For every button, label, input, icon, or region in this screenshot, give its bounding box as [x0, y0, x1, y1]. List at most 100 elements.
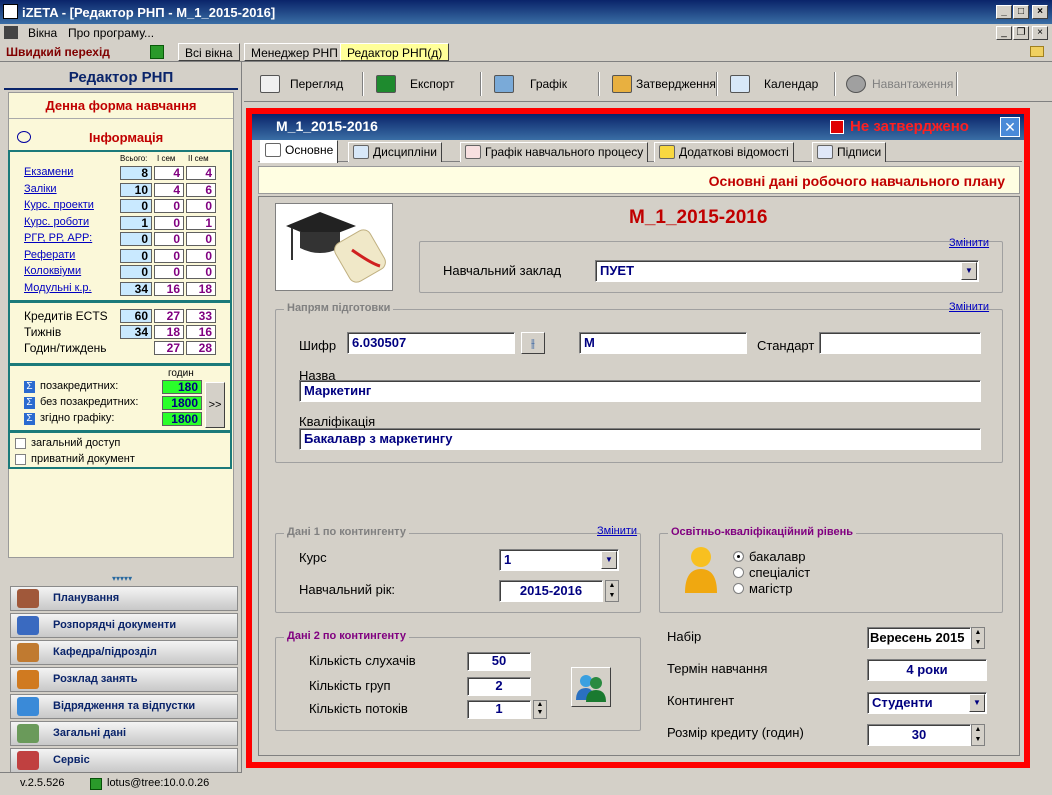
students-input[interactable]: 50: [467, 652, 531, 671]
credit-size-spinner[interactable]: ▲ ▼: [971, 724, 985, 746]
nav-item-icon: [17, 724, 39, 743]
credit-sem2: 28: [186, 341, 216, 355]
expand-button[interactable]: >>: [205, 382, 225, 428]
level-master-radio[interactable]: [733, 583, 744, 594]
intake-spinner[interactable]: ▲ ▼: [971, 627, 985, 649]
stat-link[interactable]: Модульні к.р.: [24, 282, 92, 294]
course-select[interactable]: 1 ▼: [499, 549, 619, 571]
stat-sem1: 16: [154, 281, 184, 296]
chevron-down-icon[interactable]: ▼: [961, 262, 977, 280]
mdi-close-icon[interactable]: ×: [1032, 26, 1048, 40]
export-button[interactable]: Експорт: [376, 70, 454, 98]
level-specialist-radio[interactable]: [733, 567, 744, 578]
nav-item-icon: [17, 670, 39, 689]
doc-tab[interactable]: Графік навчального процесу: [460, 142, 649, 162]
nav-item[interactable]: Сервіс: [10, 748, 238, 773]
stat-link[interactable]: Курс. роботи: [24, 216, 89, 228]
nav-item[interactable]: Відрядження та відпустки: [10, 694, 238, 719]
year-spinner[interactable]: ▲ ▼: [605, 580, 619, 602]
calendar-button[interactable]: Календар: [730, 70, 818, 98]
year-label: Навчальний рік:: [299, 582, 396, 597]
qualification-value: Бакалавр з маркетингу: [304, 431, 453, 446]
stat-link[interactable]: Заліки: [24, 183, 57, 195]
credit-size-label: Розмір кредиту (годин): [667, 725, 804, 740]
institution-select[interactable]: ПУЕТ ▼: [595, 260, 979, 282]
change-contingent-link[interactable]: Змінити: [597, 525, 637, 537]
nav-item[interactable]: Планування: [10, 586, 238, 611]
doc-close-icon[interactable]: ✕: [1000, 117, 1020, 137]
close-icon[interactable]: ×: [1032, 5, 1048, 19]
private-doc-checkbox[interactable]: [15, 454, 26, 465]
chevron-down-icon[interactable]: ▼: [601, 551, 617, 569]
play-icon[interactable]: [150, 45, 164, 59]
mdi-minimize-icon[interactable]: _: [996, 26, 1012, 40]
nav-item[interactable]: Розклад занять: [10, 667, 238, 692]
maximize-icon[interactable]: □: [1013, 5, 1029, 19]
qualification-input[interactable]: Бакалавр з маркетингу: [299, 428, 981, 450]
mdi-restore-icon[interactable]: ❐: [1013, 26, 1029, 40]
standard-input[interactable]: [819, 332, 981, 354]
approve-button[interactable]: Затвердження: [612, 70, 716, 98]
tab-rnp-editor[interactable]: Редактор РНП(д): [340, 43, 450, 61]
sigma-icon[interactable]: Σ: [24, 381, 35, 393]
credit-size-input[interactable]: 30: [867, 724, 971, 746]
nav-item[interactable]: Розпорядчі документи: [10, 613, 238, 638]
credit-sem2: 16: [186, 325, 216, 339]
level-master-label: магістр: [749, 581, 793, 596]
direction-group-label: Напрям підготовки: [284, 302, 394, 314]
tab-rnp-manager[interactable]: Менеджер РНП: [244, 43, 345, 61]
left-panel: Редактор РНП Денна форма навчання Інформ…: [0, 62, 242, 795]
code-picker-button[interactable]: ⫲: [521, 332, 545, 354]
schedule-button[interactable]: Графік: [494, 70, 567, 98]
term-input[interactable]: 4 роки: [867, 659, 987, 681]
stat-link[interactable]: РГР, РР, АРР:: [24, 232, 92, 244]
folder-icon[interactable]: [1030, 46, 1044, 57]
intake-input[interactable]: Вересень 2015: [867, 627, 971, 649]
users-button[interactable]: [571, 667, 611, 707]
person-drawing: [685, 547, 717, 593]
institution-value: ПУЕТ: [600, 263, 635, 278]
groups-input[interactable]: 2: [467, 677, 531, 696]
collapse-handle[interactable]: ▾▾▾▾▾: [112, 574, 132, 583]
level-bachelor-radio[interactable]: [733, 551, 744, 562]
stat-sem1: 0: [154, 248, 184, 263]
quick-label: Швидкий перехід: [6, 45, 110, 59]
workload-button[interactable]: Навантаження: [846, 70, 953, 98]
view-button[interactable]: Перегляд: [260, 70, 343, 98]
nav-item-label: Розпорядчі документи: [53, 619, 177, 631]
doc-tab[interactable]: Основне: [260, 140, 339, 163]
streams-spinner[interactable]: ▲ ▼: [533, 700, 547, 719]
streams-input[interactable]: 1: [467, 700, 531, 719]
menu-windows[interactable]: Вікна: [28, 26, 57, 40]
doc-tab[interactable]: Дисципліни: [348, 142, 442, 162]
change-direction-link[interactable]: Змінити: [949, 301, 989, 313]
stat-link[interactable]: Реферати: [24, 249, 75, 261]
stat-sem1: 0: [154, 199, 184, 213]
students-value: 50: [491, 653, 507, 668]
minimize-icon[interactable]: _: [996, 5, 1012, 19]
nav-item[interactable]: Кафедра/підрозділ: [10, 640, 238, 665]
doc-tab-label: Дисципліни: [373, 145, 437, 159]
chevron-down-icon[interactable]: ▼: [969, 694, 985, 712]
menu-about[interactable]: Про програму...: [68, 26, 154, 40]
code-input[interactable]: 6.030507: [347, 332, 515, 354]
doc-tab[interactable]: Підписи: [812, 142, 887, 162]
nav-item[interactable]: Загальні дані: [10, 721, 238, 746]
stat-sem2: 0: [186, 248, 216, 263]
contingent-select[interactable]: Студенти ▼: [867, 692, 987, 714]
name-input[interactable]: Маркетинг: [299, 380, 981, 402]
change-institution-link[interactable]: Змінити: [949, 237, 989, 249]
hours-value: 180: [162, 380, 202, 394]
tab-all-windows[interactable]: Всі вікна: [178, 43, 240, 61]
doc-tab[interactable]: Додаткові відомості: [654, 142, 794, 162]
stat-link[interactable]: Курс. проекти: [24, 199, 94, 211]
stat-link[interactable]: Екзамени: [24, 166, 73, 178]
code2-input[interactable]: М: [579, 332, 747, 354]
info-icon: [17, 131, 31, 143]
stat-link[interactable]: Колоквіуми: [24, 265, 81, 277]
info-title: Інформація: [89, 130, 164, 145]
year-input[interactable]: 2015-2016: [499, 580, 603, 602]
public-access-checkbox[interactable]: [15, 438, 26, 449]
sigma-icon[interactable]: Σ: [24, 397, 35, 409]
sigma-icon[interactable]: Σ: [24, 413, 35, 425]
